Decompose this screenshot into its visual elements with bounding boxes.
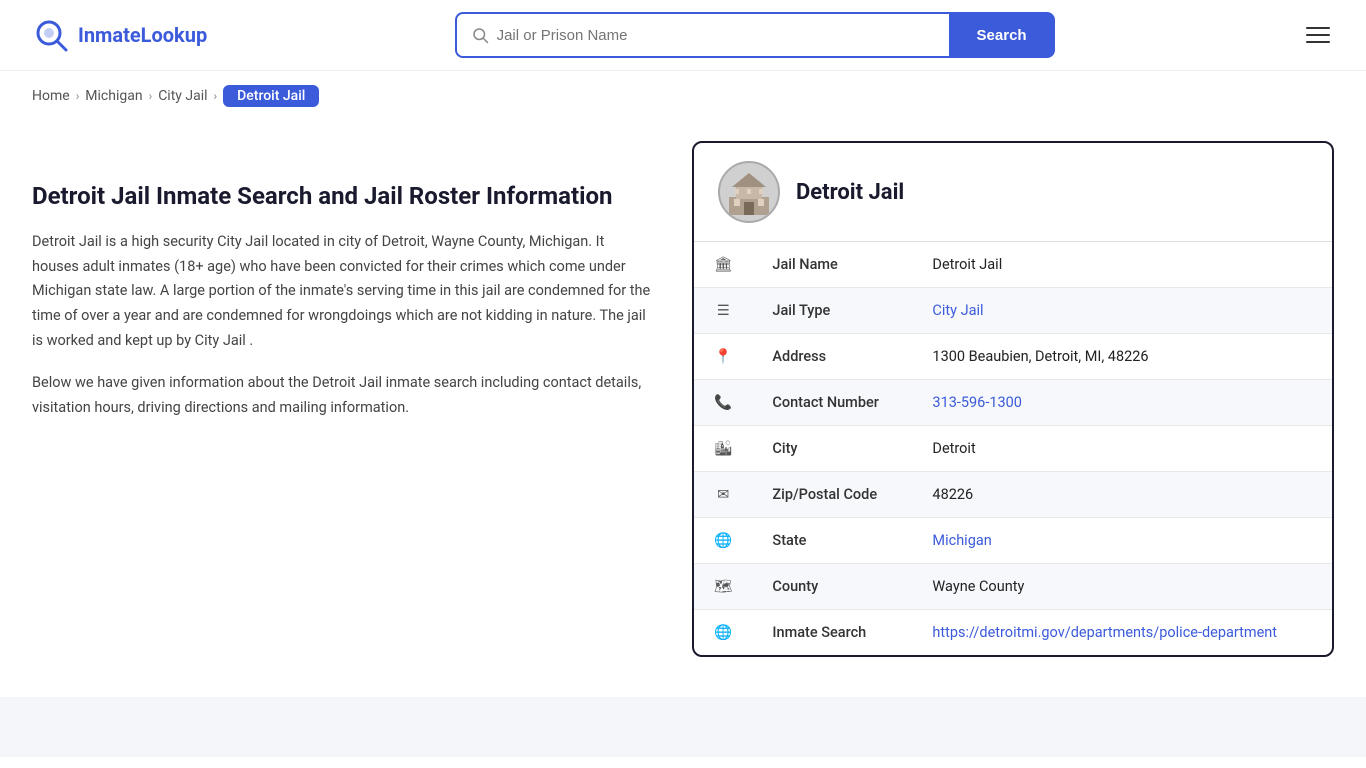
row-icon: 🌐 [694, 518, 752, 564]
row-label: Contact Number [752, 380, 912, 426]
row-value[interactable]: City Jail [912, 288, 1332, 334]
search-bar: Search [455, 12, 1055, 58]
hamburger-line-2 [1306, 34, 1330, 36]
row-label: Zip/Postal Code [752, 472, 912, 518]
jail-building-icon [724, 167, 774, 217]
row-icon: 🌐 [694, 610, 752, 656]
table-row: 🌐Inmate Search https://detroitmi.gov/depa… [694, 610, 1332, 656]
logo-text: InmateLookup [78, 23, 207, 47]
logo-icon [32, 16, 70, 54]
page-description-1: Detroit Jail is a high security City Jai… [32, 230, 652, 353]
row-link[interactable]: 313-596-1300 [932, 394, 1022, 411]
row-value: Detroit Jail [912, 242, 1332, 288]
breadcrumb-home[interactable]: Home [32, 88, 70, 104]
card-header: Detroit Jail [694, 143, 1332, 242]
row-label: City [752, 426, 912, 472]
search-input-wrapper [455, 12, 949, 58]
footer-bar [0, 697, 1366, 757]
info-card: Detroit Jail 🏛Jail NameDetroit Jail☰Jail… [692, 141, 1334, 657]
breadcrumb-chevron-1: › [76, 89, 80, 103]
row-label: Address [752, 334, 912, 380]
hamburger-line-3 [1306, 41, 1330, 43]
breadcrumb-chevron-3: › [214, 89, 218, 103]
search-button[interactable]: Search [949, 12, 1055, 58]
row-icon: ☰ [694, 288, 752, 334]
breadcrumb-chevron-2: › [149, 89, 153, 103]
table-row: 📍Address1300 Beaubien, Detroit, MI, 4822… [694, 334, 1332, 380]
page-title: Detroit Jail Inmate Search and Jail Rost… [32, 181, 652, 212]
row-value[interactable]: https://detroitmi.gov/departments/police… [912, 610, 1332, 656]
table-row: ☰Jail Type City Jail [694, 288, 1332, 334]
breadcrumb-michigan[interactable]: Michigan [85, 88, 142, 104]
row-link[interactable]: Michigan [932, 532, 991, 549]
row-value[interactable]: 313-596-1300 [912, 380, 1332, 426]
row-icon: ✉ [694, 472, 752, 518]
table-row: ✉Zip/Postal Code48226 [694, 472, 1332, 518]
row-icon: 🏙 [694, 426, 752, 472]
row-icon: 🗺 [694, 564, 752, 610]
site-logo[interactable]: InmateLookup [32, 16, 207, 54]
row-value: 1300 Beaubien, Detroit, MI, 48226 [912, 334, 1332, 380]
table-row: 📞Contact Number 313-596-1300 [694, 380, 1332, 426]
jail-avatar [718, 161, 780, 223]
row-value[interactable]: Michigan [912, 518, 1332, 564]
hamburger-menu[interactable] [1302, 23, 1334, 47]
row-label: State [752, 518, 912, 564]
hamburger-line-1 [1306, 27, 1330, 29]
table-row: 🏛Jail NameDetroit Jail [694, 242, 1332, 288]
table-row: 🌐State Michigan [694, 518, 1332, 564]
row-label: County [752, 564, 912, 610]
info-table: 🏛Jail NameDetroit Jail☰Jail TypeCity Jai… [694, 242, 1332, 655]
left-column: Detroit Jail Inmate Search and Jail Rost… [32, 141, 652, 439]
row-link[interactable]: City Jail [932, 302, 983, 319]
search-icon [471, 26, 489, 44]
page-description-2: Below we have given information about th… [32, 371, 652, 420]
row-link[interactable]: https://detroitmi.gov/departments/police… [932, 624, 1277, 641]
breadcrumb: Home › Michigan › City Jail › Detroit Ja… [0, 71, 1366, 121]
row-label: Jail Name [752, 242, 912, 288]
table-row: 🏙CityDetroit [694, 426, 1332, 472]
row-label: Jail Type [752, 288, 912, 334]
row-icon: 📞 [694, 380, 752, 426]
site-header: InmateLookup Search [0, 0, 1366, 71]
row-icon: 🏛 [694, 242, 752, 288]
row-value: 48226 [912, 472, 1332, 518]
card-jail-name: Detroit Jail [796, 180, 904, 205]
breadcrumb-current: Detroit Jail [223, 85, 319, 107]
row-icon: 📍 [694, 334, 752, 380]
main-content: Detroit Jail Inmate Search and Jail Rost… [0, 121, 1366, 697]
row-label: Inmate Search [752, 610, 912, 656]
search-input[interactable] [497, 27, 935, 44]
row-value: Wayne County [912, 564, 1332, 610]
table-row: 🗺CountyWayne County [694, 564, 1332, 610]
row-value: Detroit [912, 426, 1332, 472]
breadcrumb-city-jail[interactable]: City Jail [158, 88, 207, 104]
